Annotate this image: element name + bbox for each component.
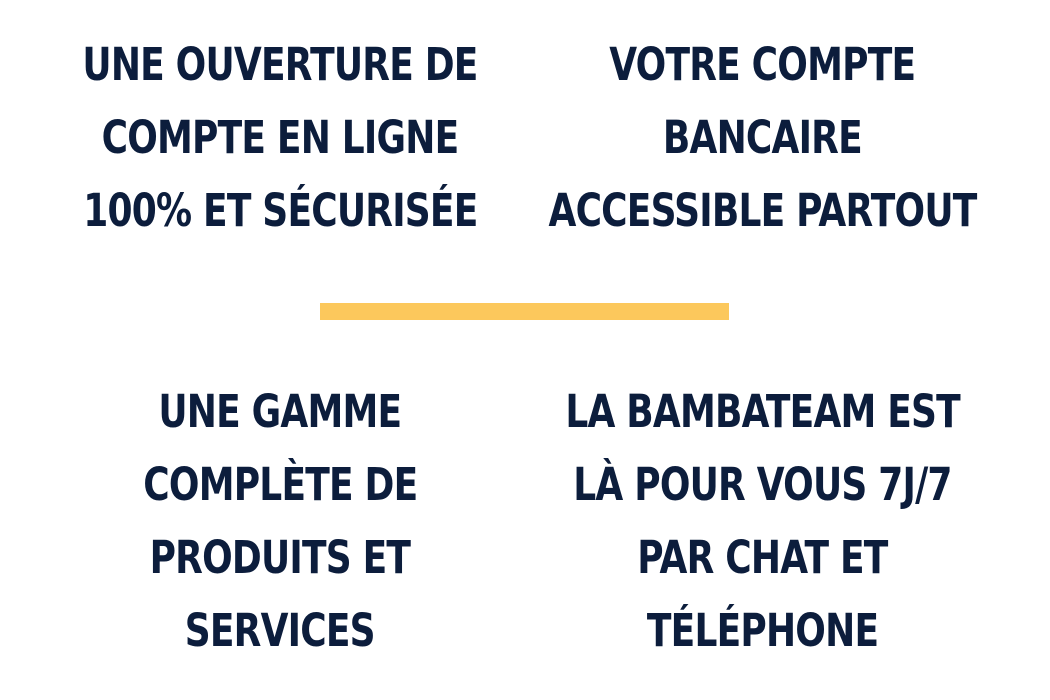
feature-line: UNE GAMME — [158, 385, 403, 438]
accent-divider — [320, 303, 729, 320]
feature-line: BANCAIRE — [662, 111, 863, 164]
feature-line: LÀ POUR VOUS 7J/7 — [573, 458, 952, 511]
feature-line: PAR CHAT ET — [637, 531, 888, 584]
feature-line: SERVICES — [184, 604, 376, 657]
feature-account-accessible-everywhere: VOTRE COMPTE BANCAIRE ACCESSIBLE PARTOUT — [505, 28, 1020, 247]
feature-online-account-opening: UNE OUVERTURE DE COMPTE EN LIGNE 100% ET… — [20, 28, 540, 247]
feature-line: 100% ET SÉCURISÉE — [82, 184, 478, 237]
feature-line: COMPLÈTE DE — [142, 458, 418, 511]
feature-team-support: LA BAMBATEAM EST LÀ POUR VOUS 7J/7 PAR C… — [505, 375, 1020, 667]
feature-line: UNE OUVERTURE DE — [82, 38, 478, 91]
feature-line: VOTRE COMPTE — [609, 38, 916, 91]
feature-complete-product-range: UNE GAMME COMPLÈTE DE PRODUITS ET SERVIC… — [20, 375, 540, 667]
feature-line: COMPTE EN LIGNE — [101, 111, 460, 164]
feature-line: LA BAMBATEAM EST — [565, 385, 960, 438]
feature-line: TÉLÉPHONE — [646, 604, 879, 657]
feature-line: PRODUITS ET — [149, 531, 411, 584]
feature-line: ACCESSIBLE PARTOUT — [548, 184, 977, 237]
